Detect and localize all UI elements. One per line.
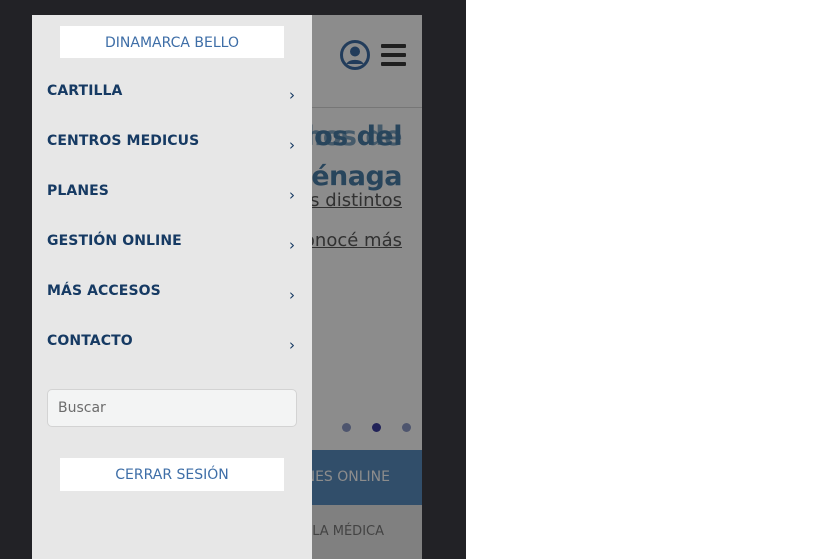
nav-item-planes[interactable]: PLANES › xyxy=(32,172,312,222)
nav-item-label: CENTROS MEDICUS xyxy=(47,133,200,149)
user-name-button[interactable]: DINAMARCA BELLO xyxy=(60,26,284,58)
nav-item-cartilla[interactable]: CARTILLA › xyxy=(32,72,312,122)
nav-item-label: PLANES xyxy=(47,183,109,199)
side-drawer: DINAMARCA BELLO CARTILLA › CENTROS MEDIC… xyxy=(32,15,312,559)
chevron-right-icon: › xyxy=(289,186,295,204)
chevron-right-icon: › xyxy=(289,236,295,254)
logout-button[interactable]: CERRAR SESIÓN xyxy=(60,458,284,491)
mobile-viewport: los del nos de uénaga s distintos onocé … xyxy=(32,15,422,559)
nav-item-gestion-online[interactable]: GESTIÓN ONLINE › xyxy=(32,222,312,272)
nav-item-label: CONTACTO xyxy=(47,333,133,349)
nav-item-label: CARTILLA xyxy=(47,83,123,99)
nav-item-mas-accesos[interactable]: MÁS ACCESOS › xyxy=(32,272,312,322)
chevron-right-icon: › xyxy=(289,336,295,354)
nav-item-label: GESTIÓN ONLINE xyxy=(47,233,182,249)
drawer-nav: CARTILLA › CENTROS MEDICUS › PLANES › GE… xyxy=(32,72,312,372)
chevron-right-icon: › xyxy=(289,286,295,304)
nav-item-contacto[interactable]: CONTACTO › xyxy=(32,322,312,372)
search-input[interactable] xyxy=(47,389,297,427)
nav-item-centros-medicus[interactable]: CENTROS MEDICUS › xyxy=(32,122,312,172)
chevron-right-icon: › xyxy=(289,86,295,104)
nav-item-label: MÁS ACCESOS xyxy=(47,283,161,299)
chevron-right-icon: › xyxy=(289,136,295,154)
